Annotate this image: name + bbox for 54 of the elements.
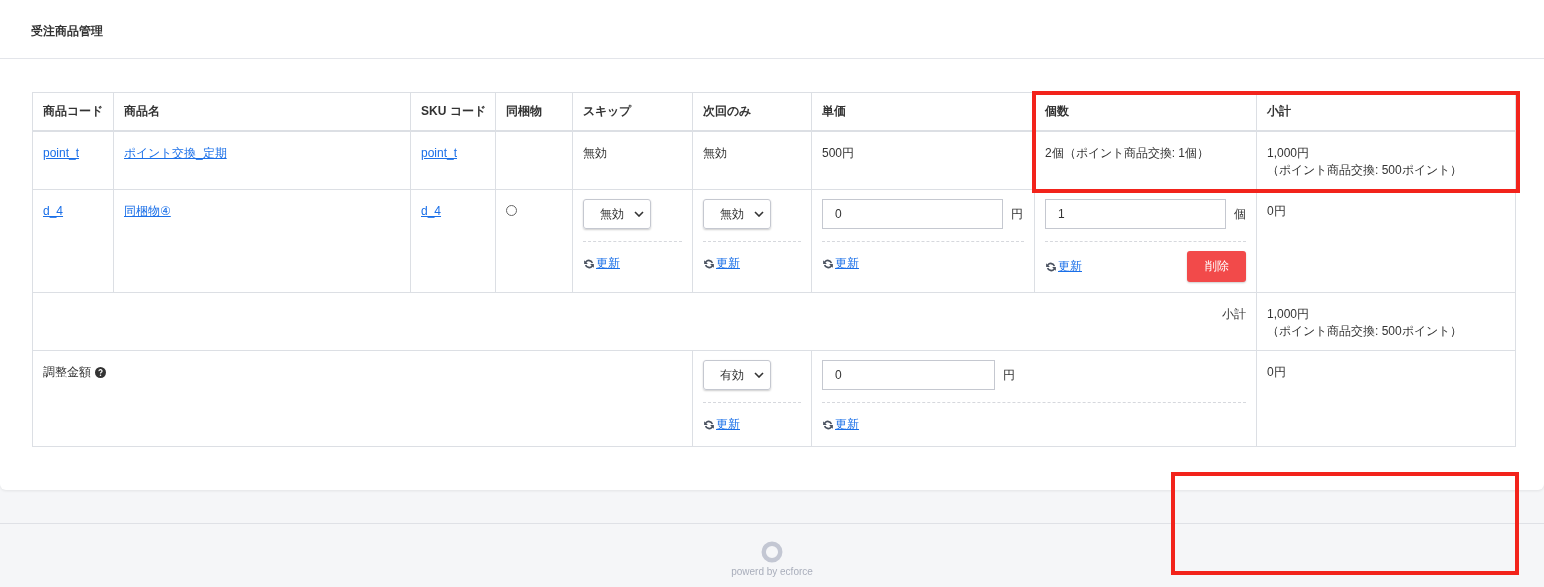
card-title: 受注商品管理 — [31, 24, 103, 38]
update-link[interactable]: 更新 — [716, 416, 740, 433]
unit-label: 円 — [1003, 366, 1015, 384]
unit-label: 個 — [1234, 205, 1246, 223]
select-dropdown[interactable]: 有効 — [703, 360, 771, 390]
refresh-icon — [703, 418, 715, 431]
product-name-link[interactable]: ポイント交換_定期 — [124, 146, 227, 160]
refresh-icon — [822, 257, 834, 270]
sku-code-link[interactable]: point_t — [421, 146, 458, 160]
update-link[interactable]: 更新 — [835, 255, 859, 272]
column-header: 小計 — [1256, 92, 1516, 131]
refresh-icon — [822, 418, 834, 431]
sku-code-link[interactable]: d_4 — [421, 204, 442, 218]
update-link[interactable]: 更新 — [835, 416, 859, 433]
adjustment-amount-input[interactable]: 0 — [822, 360, 995, 390]
column-header: 個数 — [1034, 92, 1257, 131]
chevron-down-icon — [754, 211, 764, 217]
column-header: 次回のみ — [692, 92, 812, 131]
quantity-input[interactable]: 1 — [1045, 199, 1226, 229]
refresh-icon — [583, 257, 595, 270]
table-cell: 無効 — [692, 131, 812, 190]
column-header: 商品名 — [113, 92, 411, 131]
subtotal-text: （ポイント商品交換: 500ポイント） — [1267, 323, 1463, 340]
chevron-down-icon — [634, 211, 644, 217]
select-dropdown[interactable]: 無効 — [583, 199, 651, 229]
update-link[interactable]: 更新 — [596, 255, 620, 272]
price-input[interactable]: 0 — [822, 199, 1003, 229]
select-dropdown[interactable]: 無効 — [703, 199, 771, 229]
subtotal-text: 0円 — [1267, 203, 1287, 220]
delete-button[interactable]: 削除 — [1187, 251, 1246, 282]
column-header: 同梱物 — [495, 92, 573, 131]
refresh-icon — [703, 257, 715, 270]
subtotal-text: （ポイント商品交換: 500ポイント） — [1267, 162, 1463, 179]
table-cell: 0円 — [1256, 350, 1516, 446]
column-header: 単価 — [811, 92, 1035, 131]
subtotal-text: 1,000円 — [1267, 145, 1311, 162]
product-code-link[interactable]: point_t — [43, 146, 80, 160]
update-link[interactable]: 更新 — [716, 255, 740, 272]
help-icon[interactable] — [95, 367, 106, 378]
chevron-down-icon — [754, 372, 764, 378]
refresh-icon — [1045, 260, 1057, 273]
unit-label: 円 — [1011, 205, 1023, 223]
subtotal-text: 1,000円 — [1267, 306, 1311, 323]
product-code-link[interactable]: d_4 — [43, 204, 64, 218]
column-header: スキップ — [572, 92, 693, 131]
adjustment-label: 調整金額 — [43, 364, 91, 381]
subtotal-label: 小計 — [1222, 307, 1246, 321]
product-name-link[interactable]: 同梱物④ — [124, 204, 171, 218]
column-header: 商品コード — [32, 92, 114, 131]
update-link[interactable]: 更新 — [1058, 258, 1082, 275]
ring-logo-icon — [761, 541, 783, 563]
footer-text: powerd by ecforce — [731, 566, 813, 577]
column-header: SKU コード — [410, 92, 496, 131]
table-cell: 無効 — [572, 131, 693, 190]
